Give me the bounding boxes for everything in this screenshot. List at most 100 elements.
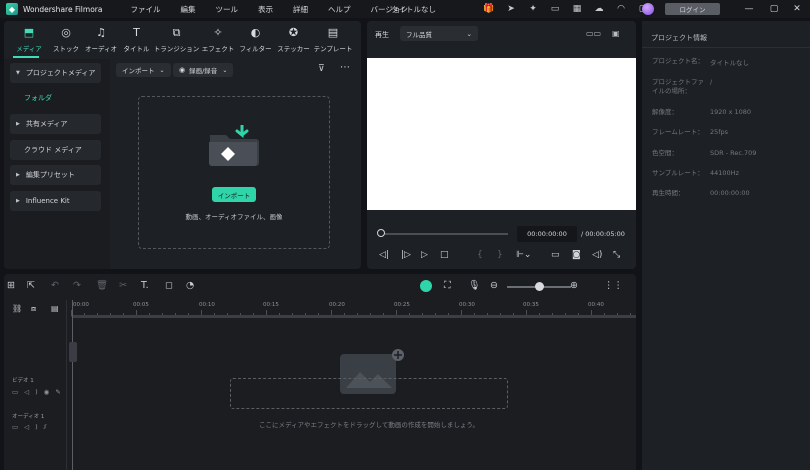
menu-file[interactable]: ファイル bbox=[120, 4, 170, 15]
track-manager-icon[interactable]: ▤ bbox=[51, 304, 59, 313]
tab-effect[interactable]: ✧ エフェクト bbox=[200, 21, 236, 58]
avatar[interactable] bbox=[642, 3, 654, 15]
timeline-scrollbar[interactable] bbox=[72, 315, 636, 318]
more-options-icon[interactable]: ⋯ bbox=[340, 62, 350, 73]
send-icon[interactable]: ➤ bbox=[500, 2, 522, 16]
import-button[interactable]: インポート bbox=[212, 187, 256, 202]
audio-track-controls[interactable]: ▭◁)⫽ bbox=[12, 423, 53, 432]
scrub-handle[interactable] bbox=[377, 229, 385, 237]
tab-stock[interactable]: ◎ ストック bbox=[50, 21, 82, 58]
ruler-label: 00:00 bbox=[73, 302, 89, 308]
menu-advanced[interactable]: 詳細 bbox=[283, 4, 318, 15]
media-tabs: ⬒ メディア ◎ ストック ♫ オーディオ T タイトル ⧉ トランジション ✧… bbox=[4, 21, 361, 58]
link-icon[interactable]: ⛓ bbox=[12, 304, 22, 313]
record-icon: ◉ bbox=[179, 66, 186, 74]
display-icon[interactable]: ▭ bbox=[551, 250, 560, 260]
tab-label: ステッカー bbox=[277, 45, 310, 53]
tab-filter[interactable]: ◐ フィルター bbox=[237, 21, 274, 58]
lightbulb-icon[interactable]: ✦ bbox=[522, 2, 544, 16]
delete-icon[interactable]: 🗑 bbox=[96, 280, 108, 291]
cut-icon[interactable]: ✂ bbox=[119, 280, 127, 291]
collapse-handle[interactable] bbox=[69, 342, 77, 362]
sort-filter-icon[interactable]: ⊽ bbox=[318, 64, 325, 74]
compare-view-icon[interactable]: ▭▭ bbox=[586, 29, 601, 38]
preview-screen[interactable] bbox=[367, 58, 636, 210]
minimize-icon[interactable]: — bbox=[739, 2, 759, 16]
timeline-drop-hint: ここにメディアやエフェクトをドラッグして動画の作成を開始しましょう。 bbox=[259, 421, 479, 429]
play-icon[interactable]: ▷ bbox=[421, 250, 428, 260]
snapshot-image-icon[interactable]: ▣ bbox=[612, 29, 620, 38]
player-label: 再生 bbox=[375, 31, 389, 39]
record-dropdown-label: 録画/録音 bbox=[189, 67, 218, 75]
tab-transition[interactable]: ⧉ トランジション bbox=[153, 21, 200, 58]
media-sidebar: ▼ プロジェクトメディア フォルダ ▶ 共有メディア クラウド メディア ▶ 編… bbox=[4, 59, 110, 269]
media-dropzone[interactable]: インポート 動画、オーディオファイル、画像 bbox=[138, 96, 330, 249]
sidebar-item-project-media[interactable]: ▼ プロジェクトメディア bbox=[10, 63, 101, 83]
info-key-framerate: フレームレート： bbox=[652, 128, 704, 136]
zoom-in-icon[interactable]: ⊕ bbox=[570, 280, 578, 291]
login-button[interactable]: ログイン bbox=[665, 3, 720, 15]
support-headset-icon[interactable]: ◠ bbox=[610, 2, 632, 16]
zoom-slider-handle[interactable] bbox=[535, 282, 544, 291]
tab-label: トランジション bbox=[153, 45, 200, 53]
text-tool-icon[interactable]: T. bbox=[141, 280, 149, 291]
info-key-samplerate: サンプルレート： bbox=[652, 169, 704, 177]
sidebar-item-edit-presets[interactable]: ▶ 編集プリセット bbox=[10, 165, 101, 185]
add-track-icon[interactable]: ⧈ bbox=[31, 304, 36, 314]
tab-audio[interactable]: ♫ オーディオ bbox=[83, 21, 119, 58]
tab-media[interactable]: ⬒ メディア bbox=[9, 21, 49, 58]
menu-view[interactable]: 表示 bbox=[248, 4, 283, 15]
record-dropdown[interactable]: ◉ 録画/録音 ⌄ bbox=[173, 63, 234, 77]
layout-icon[interactable]: ▭ bbox=[544, 2, 566, 16]
tab-template[interactable]: ▤ テンプレート bbox=[313, 21, 353, 58]
mark-in-icon[interactable]: { bbox=[477, 250, 483, 260]
total-timecode: / 00:00:05:00 bbox=[581, 230, 625, 238]
sidebar-item-folder[interactable]: フォルダ bbox=[24, 93, 52, 103]
previous-frame-icon[interactable]: ◁| bbox=[379, 250, 389, 260]
camera-snapshot-icon[interactable]: ◙ bbox=[572, 250, 581, 260]
divider bbox=[642, 47, 810, 48]
menu-tools[interactable]: ツール bbox=[205, 4, 248, 15]
ruler-label: 00:25 bbox=[394, 302, 410, 308]
quality-dropdown[interactable]: フル品質 ⌄ bbox=[400, 26, 478, 41]
select-tool-icon[interactable]: ⇱ bbox=[27, 280, 35, 291]
track-settings-icon[interactable]: ⋮⋮ bbox=[604, 280, 623, 291]
sidebar-item-shared-media[interactable]: ▶ 共有メディア bbox=[10, 114, 101, 134]
title-icon: T bbox=[133, 26, 140, 39]
mark-out-icon[interactable]: } bbox=[497, 250, 503, 260]
render-icon[interactable]: ⛶ bbox=[444, 280, 451, 291]
cloud-upload-icon[interactable]: ☁ bbox=[588, 2, 610, 16]
step-back-icon[interactable]: |▷ bbox=[401, 250, 411, 260]
ai-assistant-icon[interactable] bbox=[420, 280, 432, 292]
grid-icon[interactable]: ▦ bbox=[566, 2, 588, 16]
tab-sticker[interactable]: ✪ ステッカー bbox=[275, 21, 312, 58]
caret-right-icon: ▶ bbox=[16, 172, 20, 178]
caret-down-icon: ▼ bbox=[16, 70, 20, 76]
marker-icon[interactable]: ⊩⌄ bbox=[516, 250, 531, 260]
menu-help[interactable]: ヘルプ bbox=[318, 4, 361, 15]
stop-icon[interactable]: □ bbox=[440, 250, 449, 260]
layout-grid-icon[interactable]: ⊞ bbox=[7, 280, 15, 291]
fullscreen-icon[interactable]: ⤡ bbox=[613, 250, 620, 260]
playhead[interactable] bbox=[72, 300, 73, 470]
menu-edit[interactable]: 編集 bbox=[170, 4, 205, 15]
maximize-icon[interactable]: ▢ bbox=[764, 2, 784, 16]
volume-icon[interactable]: ◁) bbox=[592, 250, 602, 260]
timeline-dropzone[interactable] bbox=[230, 378, 508, 409]
undo-icon[interactable]: ↶ bbox=[51, 280, 59, 291]
speed-icon[interactable]: ◔ bbox=[186, 280, 194, 291]
sidebar-item-influence-kit[interactable]: ▶ Influence Kit bbox=[10, 191, 101, 211]
zoom-out-icon[interactable]: ⊖ bbox=[490, 280, 498, 291]
microphone-icon[interactable]: 🎙 bbox=[468, 280, 480, 291]
project-info-title: プロジェクト情報 bbox=[651, 34, 707, 42]
video-track-controls[interactable]: ▭◁)◉✎ bbox=[12, 388, 67, 396]
gift-icon[interactable]: 🎁 bbox=[478, 2, 500, 16]
scrub-bar[interactable] bbox=[380, 233, 508, 235]
tab-title[interactable]: T タイトル bbox=[120, 21, 153, 58]
crop-icon[interactable]: ◻ bbox=[165, 280, 173, 291]
import-dropdown[interactable]: インポート ⌄ bbox=[116, 63, 171, 77]
redo-icon[interactable]: ↷ bbox=[73, 280, 81, 291]
media-icon: ⬒ bbox=[23, 26, 35, 39]
close-icon[interactable]: ✕ bbox=[787, 2, 807, 16]
sidebar-item-cloud-media[interactable]: クラウド メディア bbox=[10, 140, 101, 160]
